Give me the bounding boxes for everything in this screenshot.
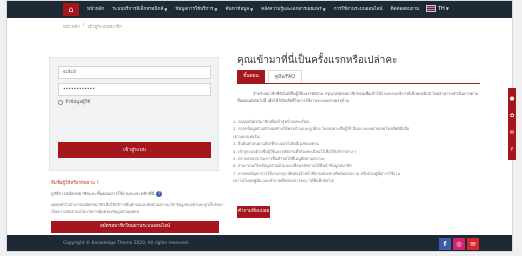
home-icon[interactable]: ⌂ (63, 3, 79, 16)
remember-me[interactable]: จำข้อมูลผู้ใช้ (58, 99, 90, 106)
remember-checkbox[interactable] (58, 100, 63, 105)
faq-button[interactable]: คำถามที่พบบ่อย (237, 206, 270, 218)
copyright-text: Copyright © Knowledge Theme 2020. All ri… (63, 241, 190, 246)
nav-item-label: ระบบบริการอิเล็กทรอนิกส์ (112, 7, 164, 12)
step-item: (ตามแบบฟอร์ม) (233, 133, 261, 139)
language-label: TH (438, 5, 445, 12)
facebook-icon[interactable]: f (511, 147, 513, 153)
nav-item[interactable]: คลังความรู้และเอกสารเผยแพร่ ▼ (261, 6, 326, 13)
chevron-down-icon: ▼ (322, 7, 326, 12)
floating-social-bar: ● ✿ ✉ f (508, 88, 516, 160)
instagram-icon[interactable]: ◎ (453, 238, 465, 250)
email-icon[interactable]: ✉ (467, 238, 479, 250)
step-item: 3. ยืนยันตัวตนผ่านลิงก์ที่ระบบส่งไปยังอี… (233, 141, 319, 147)
nav-item[interactable]: ค้นหาข้อมูล ▼ (225, 6, 253, 13)
step-item: 7. หากพบปัญหาการใช้งานกรุณาติดต่อเจ้าหน้… (233, 170, 401, 176)
username-field[interactable]: sc4c4 (58, 66, 211, 79)
help-line: ดูวิธีการสมัครสมาชิกและขั้นตอนการใช้งานร… (51, 190, 163, 197)
mail-icon[interactable]: ✉ (510, 130, 515, 136)
step-item: 2. กรอกข้อมูลส่วนตัวของท่านให้ครบถ้วนและ… (233, 126, 410, 132)
nav-item[interactable]: การใช้งานระบบออนไลน์ (334, 6, 383, 13)
main-menu: หน้าหลัก ระบบบริการอิเล็กทรอนิกส์ ▼ ข้อมูลก… (87, 1, 427, 18)
page-title: คุณเข้ามาที่นี่เป็นครั้งแรกหรือเปล่าคะ (237, 55, 398, 66)
breadcrumb-separator: / (83, 23, 85, 28)
location-icon[interactable]: ● (510, 96, 515, 102)
nav-item[interactable]: ข้อมูลการให้บริการ ▼ (175, 6, 217, 13)
intro-text: สำหรับสมาชิกที่ยังไม่มีชื่อผู้ใช้และรหัส… (237, 91, 479, 103)
thai-flag-icon (426, 5, 436, 12)
chevron-down-icon: ▼ (214, 7, 218, 12)
login-panel: sc4c4 •••••••••••• จำข้อมูลผู้ใช้ เข้าสู… (49, 57, 219, 171)
step-item: 6. สามารถแก้ไขข้อมูลส่วนตัวและเปลี่ยนรหั… (233, 163, 352, 169)
step-item: 1. กดปุ่มสมัครสมาชิกเพื่อเข้าสู่หน้าลงทะ… (233, 119, 310, 124)
nav-item-label: ข้อมูลการให้บริการ (175, 7, 214, 12)
step-item: 4. เข้าสู่ระบบด้วยชื่อผู้ใช้และรหัสผ่านท… (233, 148, 357, 154)
password-field[interactable]: •••••••••••• (58, 83, 211, 96)
nav-item[interactable]: ระบบบริการอิเล็กทรอนิกส์ ▼ (112, 6, 167, 13)
chevron-down-icon: ▼ (164, 7, 168, 12)
help-text[interactable]: ดูวิธีการสมัครสมาชิกและขั้นตอนการใช้งานร… (51, 190, 154, 197)
nav-item-label: ค้นหาข้อมูล (225, 7, 250, 12)
breadcrumb: หน้าหลัก / เข้าสู่ระบบสมาชิก (63, 23, 125, 30)
chevron-down-icon: ▼ (445, 6, 449, 11)
nav-item-label: ติดต่อสอบถาม (390, 7, 420, 12)
language-selector[interactable]: TH ▼ (426, 5, 449, 12)
footer: Copyright © Knowledge Theme 2020. All ri… (7, 235, 512, 251)
chevron-down-icon: ▼ (250, 7, 254, 12)
top-navigation: ⌂ หน้าหลัก ระบบบริการอิเล็กทรอนิกส์ ▼ ข้อมู… (7, 1, 512, 18)
facebook-icon[interactable]: f (439, 238, 451, 250)
tab-steps[interactable]: ขั้นตอน (237, 70, 265, 83)
tab-manual[interactable]: คู่มือ/FAQ (267, 70, 303, 83)
help-icon[interactable]: ? (156, 190, 163, 197)
steps-list: 1. กดปุ่มสมัครสมาชิกเพื่อเข้าสู่หน้าลงทะ… (233, 118, 483, 185)
login-button[interactable]: เข้าสู่ระบบ (58, 142, 211, 158)
page-frame: ⌂ หน้าหลัก ระบบบริการอิเล็กทรอนิกส์ ▼ ข้อมู… (6, 0, 513, 252)
step-item: 5. ตรวจสอบสถานะการยื่นคำขอได้ที่เมนูติดต… (233, 156, 325, 162)
settings-icon[interactable]: ✿ (510, 113, 515, 119)
breadcrumb-current: เข้าสู่ระบบสมาชิก (87, 25, 123, 30)
content-tabs: ขั้นตอน คู่มือ/FAQ (237, 70, 480, 84)
nav-item-label: คลังความรู้และเอกสารเผยแพร่ (261, 7, 322, 12)
register-button[interactable]: สมัครสมาชิกใหม่ผ่านระบบออนไลน์ (51, 221, 219, 233)
footer-social: f ◎ ✉ (439, 238, 481, 250)
breadcrumb-home[interactable]: หน้าหลัก (63, 23, 80, 30)
member-note: บุคคลทั่วไปสามารถสมัครสมาชิกเพื่อใช้บริก… (51, 202, 224, 214)
nav-item[interactable]: ติดต่อสอบถาม (391, 6, 420, 13)
remember-label: จำข้อมูลผู้ใช้ (65, 100, 91, 105)
nav-item[interactable]: หน้าหลัก (87, 6, 104, 13)
nav-item-label: หน้าหลัก (87, 7, 105, 12)
forgot-password-link[interactable]: ลืมชื่อผู้ใช้หรือรหัสผ่าน ? (51, 179, 99, 186)
step-item: (ดาวน์โหลดคู่มือ และคำถามที่พบบ่อย (FAQ)… (233, 178, 335, 184)
nav-item-label: การใช้งานระบบออนไลน์ (333, 7, 383, 12)
